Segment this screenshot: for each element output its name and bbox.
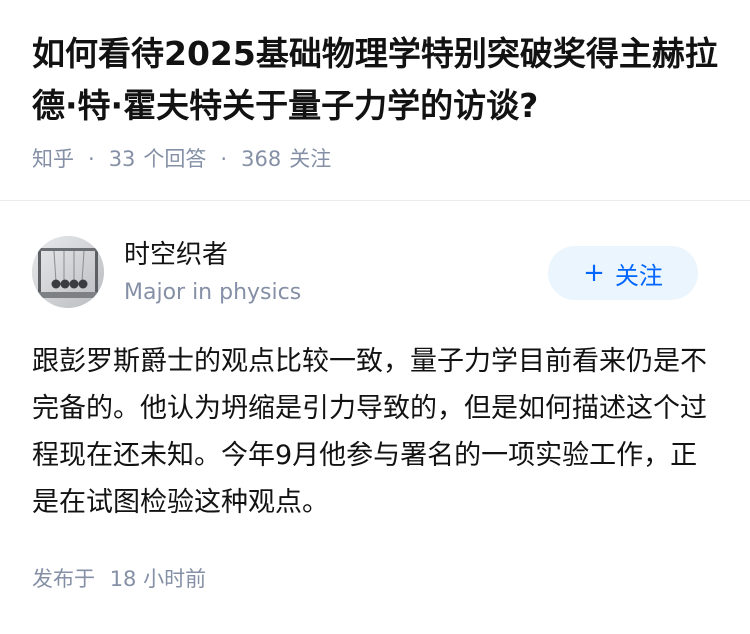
question-meta: 知乎 · 33 个回答 · 368 关注 <box>32 144 722 174</box>
author-name[interactable]: 时空织者 <box>124 238 228 272</box>
avatar-newtons-cradle-icon[interactable] <box>32 236 104 308</box>
question-title[interactable]: 如何看待2025基础物理学特别突破奖得主赫拉德·特·霍夫特关于量子力学的访谈? <box>32 28 722 132</box>
follower-count[interactable]: 368 <box>241 144 281 174</box>
author-card: 时空织者 Major in physics + 关注 <box>32 236 718 308</box>
follow-button[interactable]: + 关注 <box>548 246 698 300</box>
question-header: 如何看待2025基础物理学特别突破奖得主赫拉德·特·霍夫特关于量子力学的访谈? … <box>32 28 722 174</box>
follow-button-label: 关注 <box>614 261 663 290</box>
published-time: 发布于 18 小时前 <box>32 564 206 594</box>
answer-count-unit[interactable]: 个回答 <box>143 144 206 174</box>
meta-separator: · <box>220 147 228 171</box>
follower-count-unit[interactable]: 关注 <box>289 144 331 174</box>
section-divider <box>0 200 750 201</box>
source-label[interactable]: 知乎 <box>32 144 74 174</box>
author-bio: Major in physics <box>124 280 302 305</box>
answer-count[interactable]: 33 <box>109 144 136 174</box>
published-prefix: 发布于 <box>32 567 95 591</box>
meta-separator: · <box>88 147 95 171</box>
answer-content[interactable]: 跟彭罗斯爵士的观点比较一致，量子力学目前看来仍是不完备的。他认为坍缩是引力导致的… <box>32 338 722 526</box>
published-time-value: 18 小时前 <box>109 567 207 591</box>
plus-icon: + <box>583 258 605 288</box>
